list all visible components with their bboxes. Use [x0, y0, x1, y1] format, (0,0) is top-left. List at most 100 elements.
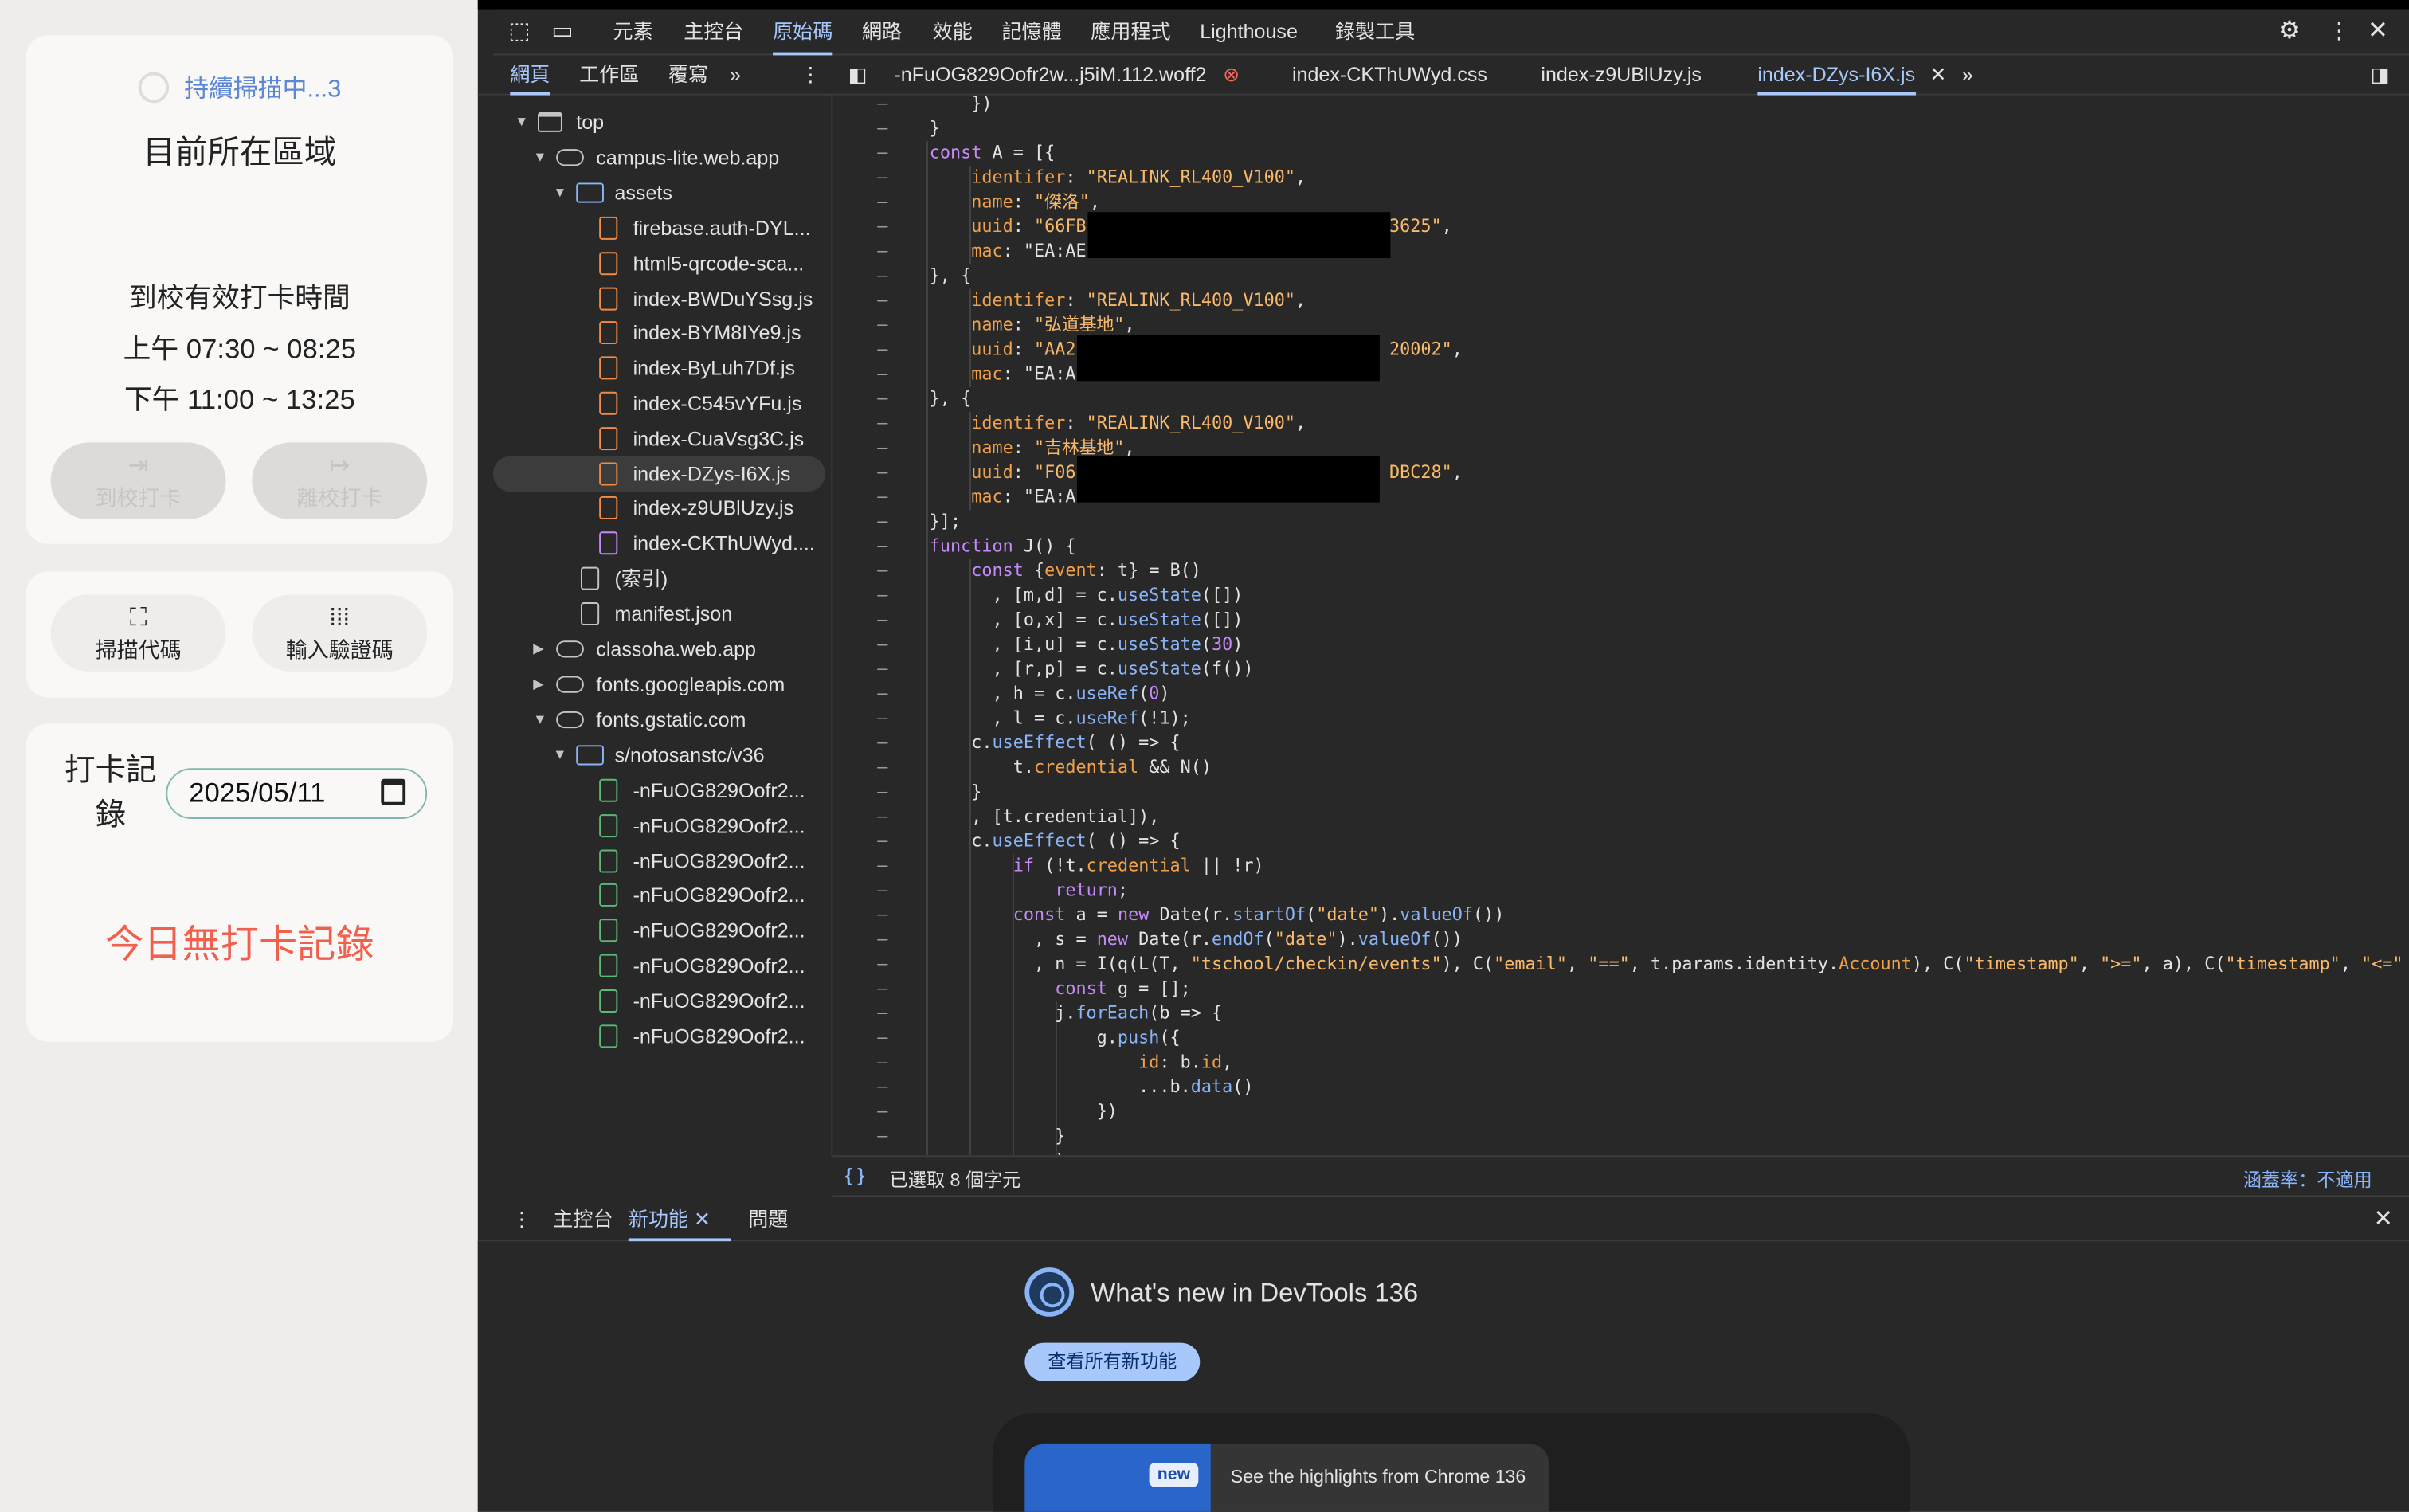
tree-asset-file[interactable]: index-DZys-I6X.js	[493, 456, 825, 492]
tree-classoha[interactable]: ▶ classoha.web.app	[493, 632, 831, 667]
drawer-tab-console[interactable]: 主控台	[553, 1197, 613, 1241]
document-icon	[581, 602, 600, 625]
document-icon	[581, 566, 600, 590]
code-text: })	[929, 95, 993, 114]
calendar-icon[interactable]	[381, 778, 406, 805]
gear-icon[interactable]: ⚙	[2278, 10, 2301, 56]
tab-performance[interactable]: 效能	[933, 10, 973, 56]
redaction-box	[1087, 212, 1391, 259]
line-gutter-mark: –	[877, 856, 888, 876]
tree-asset-file[interactable]: index-CuaVsg3C.js	[493, 421, 825, 456]
arrive-label: 到校打卡	[95, 485, 182, 511]
tree-font-file[interactable]: -nFuOG829Oofr2...	[493, 843, 825, 878]
cloud-icon	[556, 640, 584, 658]
tree-noto[interactable]: ▼ s/notosanstc/v36	[493, 738, 831, 773]
tree-assets[interactable]: ▼ assets	[493, 175, 831, 210]
cloud-icon	[556, 149, 584, 166]
highlight-item[interactable]: new See the highlights from Chrome 136	[1024, 1443, 1549, 1512]
drawer-tab-whatsnew[interactable]: 新功能 ✕	[628, 1197, 732, 1242]
news-title: What's new in DevTools 136	[1091, 1278, 1419, 1308]
file-name: index-C545vYFu.js	[633, 391, 802, 415]
drawer-more-icon[interactable]: ⋮	[511, 1197, 531, 1241]
file-tab-z9[interactable]: index-z9UBlUzy.js	[1541, 55, 1702, 95]
more-icon[interactable]: ⋮	[801, 55, 821, 95]
tab-application[interactable]: 應用程式	[1091, 10, 1170, 56]
leave-button[interactable]: ↦ 離校打卡	[252, 442, 428, 519]
drawer-tab-issues[interactable]: 問題	[748, 1197, 788, 1241]
tab-memory[interactable]: 記憶體	[1001, 10, 1061, 56]
coverage-status[interactable]: 涵蓋率：不適用	[2243, 1166, 2372, 1193]
nav-tab-overrides[interactable]: 覆寫	[668, 55, 708, 95]
selection-status: 已選取 8 個字元	[889, 1169, 1021, 1191]
device-icon[interactable]: ▭	[551, 10, 573, 56]
chevron-more-icon[interactable]: »	[1962, 55, 1973, 95]
line-gutter-mark: –	[877, 339, 888, 360]
arrive-button[interactable]: ⇥ 到校打卡	[50, 442, 226, 519]
inspect-icon[interactable]: ⬚	[508, 10, 530, 56]
line-gutter-mark: –	[877, 806, 888, 827]
file-icon	[599, 531, 618, 555]
tab-console[interactable]: 主控台	[684, 10, 743, 56]
tree-asset-file[interactable]: index-BWDuYSsg.js	[493, 280, 825, 315]
line-gutter-mark: –	[877, 560, 888, 582]
login-icon: ⇥	[127, 452, 149, 480]
chevron-more-icon[interactable]: »	[730, 55, 741, 95]
line-gutter-mark: –	[877, 880, 888, 901]
code-editor[interactable]: – }) –} – const A = [{– identifer: "REALINK…	[832, 96, 2409, 1156]
tree-asset-file[interactable]: index-z9UBlUzy.js	[493, 491, 825, 526]
file-icon	[599, 391, 618, 415]
tree-font-file[interactable]: -nFuOG829Oofr2...	[493, 878, 825, 913]
tab-elements[interactable]: 元素	[613, 10, 653, 56]
date-input[interactable]: 2025/05/11	[166, 768, 428, 819]
tab-network[interactable]: 網路	[862, 10, 902, 56]
tree-asset-file[interactable]: index-CKThUWyd....	[493, 526, 825, 561]
tree-font-file[interactable]: -nFuOG829Oofr2...	[493, 1018, 825, 1053]
tree-asset-file[interactable]: html5-qrcode-sca...	[493, 245, 825, 280]
line-gutter-mark: –	[877, 634, 888, 655]
tab-sources[interactable]: 原始碼	[773, 10, 833, 56]
tree-asset-file[interactable]: firebase.auth-DYL...	[493, 210, 825, 245]
tree-index[interactable]: (索引)	[493, 561, 831, 596]
tree-font-file[interactable]: -nFuOG829Oofr2...	[493, 983, 825, 1018]
nav-tab-page[interactable]: 網頁	[510, 55, 550, 96]
file-tab-woff2[interactable]: -nFuOG829Oofr2w...j5iM.112.woff2	[894, 55, 1206, 95]
line-gutter-mark: –	[877, 437, 888, 458]
code-text: }	[929, 118, 940, 139]
code-line: – mac: "EA:A	[832, 485, 2409, 510]
enter-code-button[interactable]: ⁞⁞⁞ 輸入驗證碼	[252, 594, 428, 672]
code-text: , l = c.useRef(!1);	[929, 708, 1191, 729]
file-tab-active[interactable]: index-DZys-I6X.js	[1757, 55, 1916, 96]
tree-manifest[interactable]: manifest.json	[493, 596, 831, 631]
more-icon[interactable]: ⋮	[2328, 10, 2351, 56]
tree-asset-file[interactable]: index-BYM8IYe9.js	[493, 315, 825, 351]
tree-font-file[interactable]: -nFuOG829Oofr2...	[493, 948, 825, 983]
line-gutter-mark: –	[877, 364, 888, 385]
tree-googleapis[interactable]: ▶ fonts.googleapis.com	[493, 667, 831, 702]
code-text: }, {	[929, 265, 972, 286]
pretty-print-icon[interactable]: { }	[845, 1165, 864, 1186]
scan-code-button[interactable]: ⛶ 掃描代碼	[50, 594, 226, 672]
toggle-debugger-icon[interactable]: ◨	[2371, 55, 2390, 95]
tree-font-file[interactable]: -nFuOG829Oofr2...	[493, 808, 825, 843]
tree-campus[interactable]: ▼ campus-lite.web.app	[493, 140, 831, 175]
file-name: index-CKThUWyd....	[633, 531, 815, 555]
file-tab-css[interactable]: index-CKThUWyd.css	[1292, 55, 1487, 95]
drawer-close-icon[interactable]: ✕	[2374, 1197, 2393, 1241]
tab-recorder[interactable]: 錄製工具	[1335, 10, 1415, 56]
code-text: }	[929, 781, 982, 802]
tree-font-file[interactable]: -nFuOG829Oofr2...	[493, 913, 825, 948]
toggle-sidebar-icon[interactable]: ◧	[848, 55, 868, 95]
close-icon[interactable]: ✕	[2368, 10, 2388, 56]
code-line: – identifer: "REALINK_RL400_V100",	[832, 289, 2409, 314]
close-tab-icon[interactable]: ✕	[1929, 55, 1946, 95]
cloud-icon	[556, 676, 584, 693]
tree-font-file[interactable]: -nFuOG829Oofr2...	[493, 773, 825, 808]
nav-tab-workspace[interactable]: 工作區	[579, 55, 639, 95]
see-all-button[interactable]: 查看所有新功能	[1024, 1342, 1201, 1381]
tree-asset-file[interactable]: index-C545vYFu.js	[493, 386, 825, 421]
tree-asset-file[interactable]: index-ByLuh7Df.js	[493, 351, 825, 386]
tree-gstatic[interactable]: ▼ fonts.gstatic.com	[493, 702, 831, 737]
tree-top[interactable]: ▼ top	[493, 104, 831, 139]
line-gutter-mark: –	[877, 265, 888, 286]
tab-lighthouse[interactable]: Lighthouse	[1200, 10, 1298, 56]
